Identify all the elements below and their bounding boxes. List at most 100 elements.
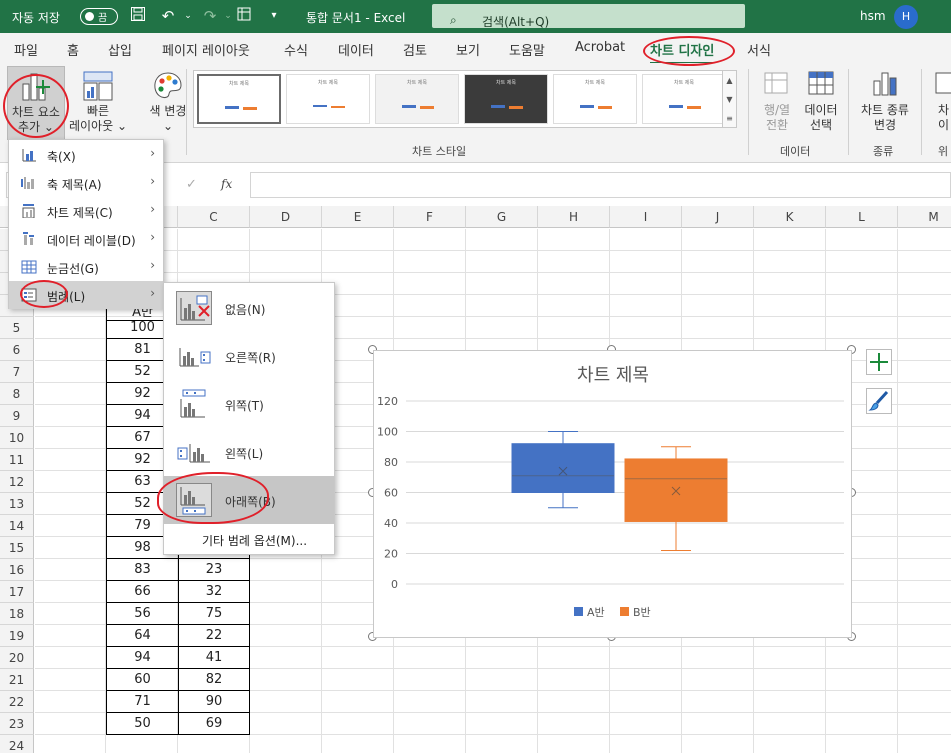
grid-cell[interactable] bbox=[538, 229, 610, 251]
grid-cell[interactable] bbox=[898, 295, 951, 317]
grid-cell[interactable] bbox=[466, 691, 538, 713]
grid-cell[interactable] bbox=[538, 735, 610, 753]
chart-styles-button[interactable] bbox=[866, 388, 892, 414]
chart-styles-gallery[interactable]: 차트 제목 차트 제목 차트 제목 차트 제목 차트 제목 차트 제목 bbox=[193, 70, 726, 128]
row-header[interactable]: 10 bbox=[0, 427, 34, 449]
grid-cell[interactable] bbox=[754, 735, 826, 753]
row-header[interactable]: 20 bbox=[0, 647, 34, 669]
grid-cell[interactable] bbox=[466, 295, 538, 317]
grid-cell[interactable] bbox=[898, 735, 951, 753]
row-header[interactable]: 15 bbox=[0, 537, 34, 559]
grid-cell[interactable] bbox=[538, 317, 610, 339]
grid-cell[interactable] bbox=[682, 317, 754, 339]
value-cell[interactable]: 22 bbox=[178, 625, 250, 647]
redo-icon[interactable]: ↷ bbox=[200, 6, 220, 26]
grid-cell[interactable] bbox=[394, 691, 466, 713]
grid-cell[interactable] bbox=[682, 251, 754, 273]
grid-cell[interactable] bbox=[538, 669, 610, 691]
row-header[interactable]: 24 bbox=[0, 735, 34, 753]
grid-cell[interactable] bbox=[322, 229, 394, 251]
row-header[interactable]: 17 bbox=[0, 581, 34, 603]
tab-review[interactable]: 검토 bbox=[403, 40, 427, 59]
grid-cell[interactable] bbox=[35, 383, 106, 405]
grid-cell[interactable] bbox=[898, 427, 951, 449]
grid-cell[interactable] bbox=[322, 691, 394, 713]
gallery-down-icon[interactable]: ▼ bbox=[723, 90, 736, 109]
grid-cell[interactable] bbox=[754, 273, 826, 295]
legend-option-top[interactable]: 위쪽(T) bbox=[164, 380, 334, 428]
gallery-scroll[interactable]: ▲ ▼ ≡ bbox=[722, 70, 737, 128]
grid-cell[interactable] bbox=[898, 515, 951, 537]
value-cell[interactable]: 60 bbox=[106, 669, 178, 691]
column-header-i[interactable]: I bbox=[610, 206, 682, 228]
grid-cell[interactable] bbox=[250, 559, 322, 581]
grid-cell[interactable] bbox=[898, 383, 951, 405]
column-header-f[interactable]: F bbox=[394, 206, 466, 228]
grid-cell[interactable] bbox=[898, 339, 951, 361]
grid-cell[interactable] bbox=[754, 647, 826, 669]
custom-sort-icon[interactable] bbox=[234, 6, 254, 26]
menu-item-chart-title[interactable]: 차트 제목(C) › bbox=[9, 197, 163, 225]
chart-title[interactable]: 차트 제목 bbox=[577, 365, 649, 386]
grid-cell[interactable] bbox=[35, 581, 106, 603]
grid-cell[interactable] bbox=[826, 229, 898, 251]
box-plot-chart[interactable]: 차트 제목 0 20 40 60 80 100 120 A반 B반 bbox=[373, 350, 852, 638]
grid-cell[interactable] bbox=[35, 559, 106, 581]
grid-cell[interactable] bbox=[682, 295, 754, 317]
grid-cell[interactable] bbox=[538, 691, 610, 713]
grid-cell[interactable] bbox=[394, 317, 466, 339]
formula-input[interactable] bbox=[250, 172, 951, 198]
column-header-e[interactable]: E bbox=[322, 206, 394, 228]
grid-cell[interactable] bbox=[610, 229, 682, 251]
grid-cell[interactable] bbox=[826, 251, 898, 273]
grid-cell[interactable] bbox=[466, 735, 538, 753]
grid-cell[interactable] bbox=[35, 713, 106, 735]
value-cell[interactable]: 56 bbox=[106, 603, 178, 625]
grid-cell[interactable] bbox=[466, 251, 538, 273]
grid-cell[interactable] bbox=[754, 713, 826, 735]
autosave-toggle[interactable]: 끔 bbox=[80, 8, 118, 25]
menu-item-gridlines[interactable]: 눈금선(G) › bbox=[9, 253, 163, 281]
legend-option-right[interactable]: 오른쪽(R) bbox=[164, 332, 334, 380]
gallery-up-icon[interactable]: ▲ bbox=[723, 71, 736, 90]
grid-cell[interactable] bbox=[35, 471, 106, 493]
grid-cell[interactable] bbox=[898, 669, 951, 691]
grid-cell[interactable] bbox=[826, 691, 898, 713]
row-header[interactable]: 11 bbox=[0, 449, 34, 471]
tab-home[interactable]: 홈 bbox=[67, 40, 79, 59]
column-header-k[interactable]: K bbox=[754, 206, 826, 228]
value-cell[interactable]: 64 bbox=[106, 625, 178, 647]
column-header-c[interactable]: C bbox=[178, 206, 250, 228]
chart-style-2[interactable]: 차트 제목 bbox=[286, 74, 370, 124]
legend-option-left[interactable]: 왼쪽(L) bbox=[164, 428, 334, 476]
save-icon[interactable] bbox=[128, 6, 148, 26]
grid-cell[interactable] bbox=[322, 647, 394, 669]
grid-cell[interactable] bbox=[35, 735, 106, 753]
grid-cell[interactable] bbox=[250, 735, 322, 753]
grid-cell[interactable] bbox=[35, 515, 106, 537]
grid-cell[interactable] bbox=[35, 669, 106, 691]
value-cell[interactable]: 66 bbox=[106, 581, 178, 603]
grid-cell[interactable] bbox=[754, 317, 826, 339]
grid-cell[interactable] bbox=[250, 603, 322, 625]
grid-cell[interactable] bbox=[826, 713, 898, 735]
grid-cell[interactable] bbox=[322, 251, 394, 273]
grid-cell[interactable] bbox=[35, 691, 106, 713]
grid-cell[interactable] bbox=[826, 735, 898, 753]
chart-style-1[interactable]: 차트 제목 bbox=[197, 74, 281, 124]
value-cell[interactable]: 41 bbox=[178, 647, 250, 669]
grid-cell[interactable] bbox=[35, 427, 106, 449]
grid-cell[interactable] bbox=[898, 559, 951, 581]
grid-cell[interactable] bbox=[538, 647, 610, 669]
row-header[interactable]: 9 bbox=[0, 405, 34, 427]
grid-cell[interactable] bbox=[682, 713, 754, 735]
grid-cell[interactable] bbox=[35, 405, 106, 427]
grid-cell[interactable] bbox=[322, 669, 394, 691]
grid-cell[interactable] bbox=[898, 691, 951, 713]
row-header[interactable]: 13 bbox=[0, 493, 34, 515]
grid-cell[interactable] bbox=[538, 251, 610, 273]
customize-toolbar-icon[interactable]: ▾ bbox=[264, 6, 284, 26]
grid-cell[interactable] bbox=[250, 647, 322, 669]
grid-cell[interactable] bbox=[538, 295, 610, 317]
enter-icon[interactable]: ✓ bbox=[186, 177, 197, 192]
